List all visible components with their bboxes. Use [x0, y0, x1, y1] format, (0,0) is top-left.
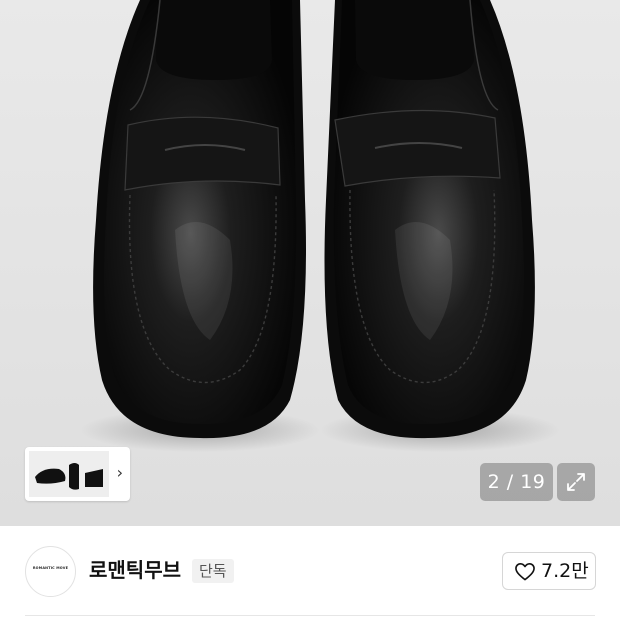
brand-row: ROMANTIC MOVE 로맨틱무브 단독 7.2만: [0, 526, 620, 620]
heart-icon: [515, 562, 535, 581]
thumbnail-strip[interactable]: ›: [25, 447, 130, 501]
brand-logo-text: ROMANTIC MOVE: [32, 566, 69, 570]
brand-logo[interactable]: ROMANTIC MOVE: [25, 546, 76, 597]
expand-icon: [567, 473, 585, 491]
thumbnail-image: [29, 451, 109, 497]
fullscreen-button[interactable]: [557, 463, 595, 501]
like-button[interactable]: 7.2만: [502, 552, 596, 590]
image-counter: 2 / 19: [480, 463, 553, 501]
exclusive-badge: 단독: [192, 559, 234, 583]
chevron-right-icon[interactable]: ›: [117, 463, 123, 482]
image-counter-text: 2 / 19: [487, 471, 546, 493]
like-count: 7.2만: [541, 560, 589, 582]
divider: [25, 615, 595, 616]
brand-name[interactable]: 로맨틱무브: [89, 558, 181, 582]
product-image-gallery[interactable]: › 2 / 19: [0, 0, 620, 526]
